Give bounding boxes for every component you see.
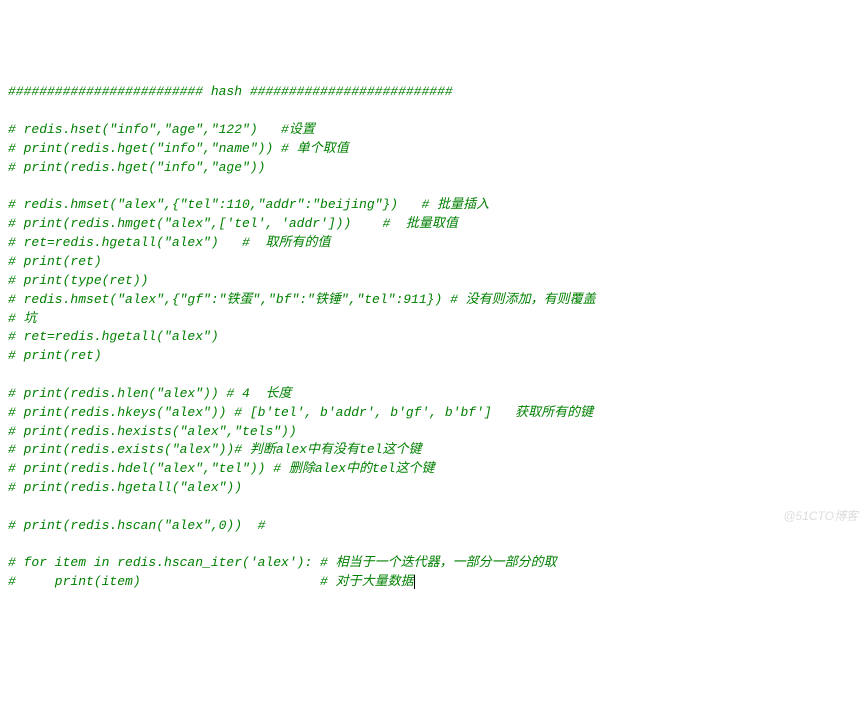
code-line — [8, 178, 860, 197]
comment-text: # print(redis.hdel("alex","tel")) # 删除al… — [8, 461, 434, 476]
code-line: # print(redis.hmget("alex",['tel', 'addr… — [8, 215, 860, 234]
comment-text: # redis.hset("info","age","122") #设置 — [8, 122, 315, 137]
code-line: # redis.hmset("alex",{"gf":"铁蛋","bf":"铁锤… — [8, 291, 860, 310]
code-line: # ret=redis.hgetall("alex") # 取所有的值 — [8, 234, 860, 253]
code-line — [8, 536, 860, 555]
code-line: # for item in redis.hscan_iter('alex'): … — [8, 554, 860, 573]
comment-text: # print(redis.exists("alex"))# 判断alex中有没… — [8, 442, 421, 457]
code-line: # print(redis.hget("info","age")) — [8, 159, 860, 178]
comment-text: # print(redis.hexists("alex","tels")) — [8, 424, 297, 439]
code-block: ######################### hash #########… — [8, 83, 860, 592]
comment-text: # redis.hmset("alex",{"gf":"铁蛋","bf":"铁锤… — [8, 292, 596, 307]
comment-text: # print(redis.hget("info","name")) # 单个取… — [8, 141, 349, 156]
code-line: # print(redis.hexists("alex","tels")) — [8, 423, 860, 442]
code-line: # 坑 — [8, 310, 860, 329]
comment-text: # print(redis.hget("info","age")) — [8, 160, 265, 175]
code-line — [8, 366, 860, 385]
code-line — [8, 498, 860, 517]
code-line: # print(redis.hlen("alex")) # 4 长度 — [8, 385, 860, 404]
comment-text: # 坑 — [8, 311, 37, 326]
comment-text: # ret=redis.hgetall("alex") # 取所有的值 — [8, 235, 330, 250]
code-line: # print(redis.exists("alex"))# 判断alex中有没… — [8, 441, 860, 460]
comment-text: # ret=redis.hgetall("alex") — [8, 329, 219, 344]
comment-text: # print(ret) — [8, 254, 102, 269]
comment-text: # print(redis.hlen("alex")) # 4 长度 — [8, 386, 291, 401]
comment-text: # for item in redis.hscan_iter('alex'): … — [8, 555, 557, 570]
code-line: # redis.hmset("alex",{"tel":110,"addr":"… — [8, 196, 860, 215]
code-line: # print(redis.hgetall("alex")) — [8, 479, 860, 498]
comment-text: # print(item) # 对于大量数据 — [8, 574, 414, 589]
text-cursor — [414, 575, 415, 589]
code-line: # print(item) # 对于大量数据 — [8, 573, 860, 592]
code-line: # print(redis.hdel("alex","tel")) # 删除al… — [8, 460, 860, 479]
code-line — [8, 102, 860, 121]
code-line: # redis.hset("info","age","122") #设置 — [8, 121, 860, 140]
comment-text: # print(redis.hkeys("alex")) # [b'tel', … — [8, 405, 593, 420]
comment-text: ######################### hash #########… — [8, 84, 453, 99]
code-line: # print(redis.hget("info","name")) # 单个取… — [8, 140, 860, 159]
code-line: # print(redis.hkeys("alex")) # [b'tel', … — [8, 404, 860, 423]
code-line: # print(ret) — [8, 253, 860, 272]
comment-text: # print(type(ret)) — [8, 273, 148, 288]
comment-text: # print(redis.hmget("alex",['tel', 'addr… — [8, 216, 458, 231]
comment-text: # print(redis.hscan("alex",0)) # — [8, 518, 265, 533]
comment-text: # print(ret) — [8, 348, 102, 363]
code-line: ######################### hash #########… — [8, 83, 860, 102]
code-line: # ret=redis.hgetall("alex") — [8, 328, 860, 347]
comment-text: # print(redis.hgetall("alex")) — [8, 480, 242, 495]
comment-text: # redis.hmset("alex",{"tel":110,"addr":"… — [8, 197, 489, 212]
code-line: # print(type(ret)) — [8, 272, 860, 291]
code-line: # print(ret) — [8, 347, 860, 366]
